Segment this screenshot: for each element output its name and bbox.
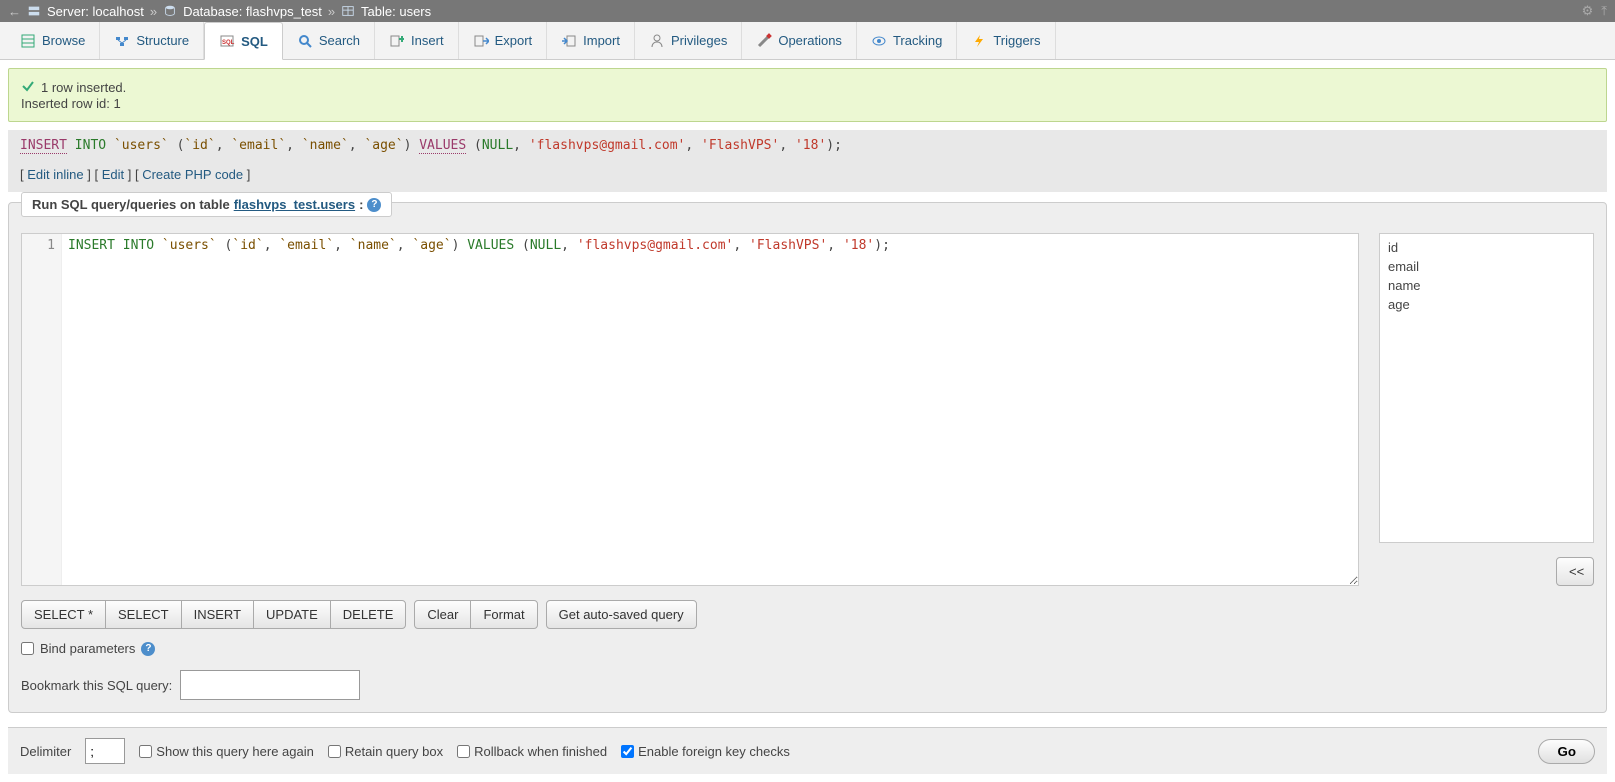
column-item[interactable]: name [1384, 276, 1589, 295]
insert-icon [389, 33, 405, 49]
gear-icon[interactable]: ⚙ [1582, 3, 1594, 19]
help-icon[interactable]: ? [367, 198, 381, 212]
tab-export[interactable]: Export [459, 22, 548, 59]
column-list[interactable]: id email name age [1379, 233, 1594, 543]
tab-label: Browse [42, 33, 85, 48]
delimiter-label: Delimiter [20, 744, 71, 759]
tab-search[interactable]: Search [283, 22, 375, 59]
go-button[interactable]: Go [1538, 739, 1595, 764]
create-php-link[interactable]: Create PHP code [142, 167, 243, 182]
retain-checkbox[interactable] [328, 745, 341, 758]
show-again-label: Show this query here again [156, 744, 314, 759]
tab-label: Insert [411, 33, 444, 48]
browse-icon [20, 33, 36, 49]
tab-label: Export [495, 33, 533, 48]
insert-button[interactable]: INSERT [181, 600, 254, 629]
success-line1: 1 row inserted. [41, 80, 126, 95]
update-button[interactable]: UPDATE [253, 600, 331, 629]
tab-bar: Browse Structure SQL SQL Search Insert Ex… [0, 22, 1615, 60]
sql-footer: Delimiter Show this query here again Ret… [8, 727, 1607, 774]
sql-editor-content[interactable]: INSERT INTO `users` (`id`, `email`, `nam… [62, 234, 1358, 585]
success-line2: Inserted row id: 1 [21, 96, 1594, 111]
bind-params-label: Bind parameters [40, 641, 135, 656]
fk-label: Enable foreign key checks [638, 744, 790, 759]
breadcrumb-bar: ← Server: localhost » Database: flashvps… [0, 0, 1615, 22]
rollback-label: Rollback when finished [474, 744, 607, 759]
show-again-checkbox[interactable] [139, 745, 152, 758]
collapse-handle[interactable]: ← [8, 4, 21, 19]
breadcrumb-server[interactable]: Server: localhost [47, 4, 144, 19]
select-button[interactable]: SELECT [105, 600, 182, 629]
tab-insert[interactable]: Insert [375, 22, 459, 59]
tab-browse[interactable]: Browse [6, 22, 100, 59]
tab-label: Structure [136, 33, 189, 48]
sql-action-links: [ Edit inline ] [ Edit ] [ Create PHP co… [8, 161, 1607, 192]
triggers-icon [971, 33, 987, 49]
executed-sql: INSERT INTO `users` (`id`, `email`, `nam… [8, 130, 1607, 161]
edit-inline-link[interactable]: Edit inline [27, 167, 83, 182]
privileges-icon [649, 33, 665, 49]
sql-icon: SQL [219, 33, 235, 49]
sql-editor[interactable]: 1 INSERT INTO `users` (`id`, `email`, `n… [21, 233, 1359, 586]
legend-target-link[interactable]: flashvps_test.users [234, 197, 355, 212]
sql-snippet-buttons: SELECT * SELECT INSERT UPDATE DELETE [21, 600, 406, 629]
tracking-icon [871, 33, 887, 49]
tab-tracking[interactable]: Tracking [857, 22, 957, 59]
check-icon [21, 79, 35, 96]
clear-button[interactable]: Clear [414, 600, 471, 629]
server-icon [27, 4, 41, 18]
breadcrumb-sep: » [150, 4, 157, 19]
fk-checkbox[interactable] [621, 745, 634, 758]
editor-util-buttons: Clear Format [414, 600, 537, 629]
svg-text:SQL: SQL [222, 40, 235, 46]
import-icon [561, 33, 577, 49]
format-button[interactable]: Format [470, 600, 537, 629]
edit-link[interactable]: Edit [102, 167, 124, 182]
tab-import[interactable]: Import [547, 22, 635, 59]
operations-icon [756, 33, 772, 49]
database-icon [163, 4, 177, 18]
editor-gutter: 1 [22, 234, 62, 585]
delete-button[interactable]: DELETE [330, 600, 407, 629]
collapse-top-icon[interactable]: ⤒ [1601, 3, 1607, 19]
breadcrumb-sep: » [328, 4, 335, 19]
auto-saved-button[interactable]: Get auto-saved query [546, 600, 697, 629]
column-item[interactable]: email [1384, 257, 1589, 276]
tab-label: Privileges [671, 33, 727, 48]
table-icon [341, 4, 355, 18]
tab-triggers[interactable]: Triggers [957, 22, 1055, 59]
insert-column-button[interactable]: << [1556, 557, 1594, 586]
success-notice: 1 row inserted. Inserted row id: 1 [8, 68, 1607, 122]
tab-label: Search [319, 33, 360, 48]
help-icon[interactable]: ? [141, 642, 155, 656]
tab-label: Triggers [993, 33, 1040, 48]
structure-icon [114, 33, 130, 49]
select-star-button[interactable]: SELECT * [21, 600, 106, 629]
bookmark-label: Bookmark this SQL query: [21, 678, 172, 693]
tab-label: Tracking [893, 33, 942, 48]
tab-label: Import [583, 33, 620, 48]
fieldset-legend: Run SQL query/queries on table flashvps_… [21, 192, 392, 217]
tab-label: Operations [778, 33, 842, 48]
retain-label: Retain query box [345, 744, 443, 759]
tab-structure[interactable]: Structure [100, 22, 204, 59]
rollback-checkbox[interactable] [457, 745, 470, 758]
tab-sql[interactable]: SQL SQL [204, 22, 283, 60]
bind-params-checkbox[interactable] [21, 642, 34, 655]
tab-operations[interactable]: Operations [742, 22, 857, 59]
tab-privileges[interactable]: Privileges [635, 22, 742, 59]
breadcrumb-table[interactable]: Table: users [361, 4, 431, 19]
delimiter-input[interactable] [85, 738, 125, 764]
breadcrumb-database[interactable]: Database: flashvps_test [183, 4, 322, 19]
column-item[interactable]: age [1384, 295, 1589, 314]
sql-query-fieldset: Run SQL query/queries on table flashvps_… [8, 202, 1607, 713]
bookmark-input[interactable] [180, 670, 360, 700]
tab-label: SQL [241, 34, 268, 49]
column-item[interactable]: id [1384, 238, 1589, 257]
export-icon [473, 33, 489, 49]
search-icon [297, 33, 313, 49]
